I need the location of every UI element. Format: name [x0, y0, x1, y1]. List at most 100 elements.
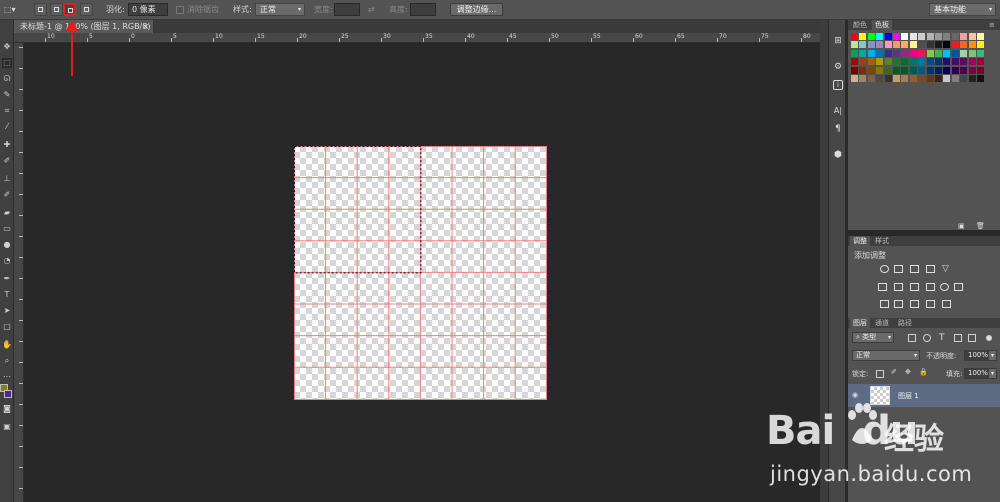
color-swatch[interactable]	[909, 75, 917, 82]
levels-adjust-icon[interactable]	[894, 265, 903, 273]
gradient-map-icon[interactable]	[926, 300, 935, 308]
color-swatch[interactable]	[918, 66, 926, 74]
color-swatch[interactable]	[977, 33, 984, 40]
width-input[interactable]	[334, 3, 360, 16]
shape-tool-icon[interactable]: ▢	[2, 322, 12, 332]
color-swatch[interactable]	[943, 49, 951, 57]
color-swatch[interactable]	[893, 75, 900, 82]
color-swatch[interactable]	[859, 49, 867, 57]
hue-saturation-icon[interactable]	[878, 283, 887, 291]
color-swatch[interactable]	[935, 58, 942, 66]
history-icon[interactable]: ⊞	[833, 36, 843, 46]
color-swatch[interactable]	[977, 66, 984, 74]
path-select-tool-icon[interactable]: ➤	[2, 306, 12, 316]
close-icon[interactable]: ×	[142, 20, 149, 33]
panel-menu-icon[interactable]: ≡	[986, 20, 998, 30]
workspace-select[interactable]: 基本功能 ▾	[929, 3, 996, 16]
color-swatch[interactable]	[901, 58, 909, 66]
eraser-tool-icon[interactable]: ▰	[2, 208, 12, 218]
brightness-adjust-icon[interactable]	[880, 265, 889, 273]
color-swatch[interactable]	[926, 66, 934, 74]
color-swatch[interactable]	[893, 49, 900, 57]
layer-name[interactable]: 图层 1	[898, 391, 919, 401]
color-swatch[interactable]	[901, 33, 909, 40]
color-swatch[interactable]	[909, 58, 917, 66]
new-selection-icon[interactable]	[34, 3, 47, 16]
color-swatch[interactable]	[943, 41, 951, 49]
color-swatch[interactable]	[867, 41, 875, 49]
color-swatch[interactable]	[926, 41, 934, 49]
filter-toggle-icon[interactable]	[986, 335, 992, 341]
color-swatch[interactable]	[884, 33, 892, 40]
blend-mode-select[interactable]: 正常 ▾	[852, 350, 920, 361]
tab-swatches[interactable]: 色板	[872, 20, 892, 30]
screen-mode-icon[interactable]: ▣	[2, 422, 12, 432]
crop-tool-icon[interactable]: ⌗	[2, 106, 12, 116]
color-swatch[interactable]	[918, 33, 926, 40]
delete-swatch-icon[interactable]: 🗑	[976, 222, 985, 230]
channel-mixer-icon[interactable]	[940, 283, 949, 291]
lock-all-icon[interactable]: 🔒	[919, 368, 928, 376]
color-swatch[interactable]	[918, 75, 926, 82]
color-swatch[interactable]	[909, 66, 917, 74]
color-swatch[interactable]	[901, 49, 909, 57]
background-color-swatch[interactable]	[4, 390, 12, 398]
color-swatch[interactable]	[951, 58, 959, 66]
filter-type-icon[interactable]: T	[939, 333, 945, 343]
tab-color[interactable]: 颜色	[850, 20, 870, 30]
color-swatch[interactable]	[867, 49, 875, 57]
color-swatch[interactable]	[851, 58, 858, 66]
color-swatch[interactable]	[943, 58, 951, 66]
color-swatch[interactable]	[968, 41, 976, 49]
opacity-dropdown[interactable]: ▾	[988, 350, 997, 361]
brush-tool-icon[interactable]: ✐	[2, 156, 12, 166]
color-swatch[interactable]	[867, 58, 875, 66]
color-swatch[interactable]	[960, 58, 968, 66]
color-swatch[interactable]	[951, 41, 959, 49]
color-swatch[interactable]	[851, 33, 858, 40]
color-swatch[interactable]	[951, 49, 959, 57]
posterize-icon[interactable]	[894, 300, 903, 308]
pen-tool-icon[interactable]: ✒	[2, 274, 12, 284]
black-white-icon[interactable]	[910, 283, 919, 291]
color-swatch[interactable]	[859, 66, 867, 74]
3d-icon[interactable]: ⬢	[833, 150, 843, 160]
color-swatch[interactable]	[901, 41, 909, 49]
color-swatch[interactable]	[935, 75, 942, 82]
color-swatch[interactable]	[859, 58, 867, 66]
antialias-checkbox[interactable]	[176, 6, 184, 14]
zoom-tool-icon[interactable]: ⌕	[2, 356, 12, 366]
eyedropper-tool-icon[interactable]: ⁄	[2, 122, 12, 132]
color-swatch[interactable]	[943, 33, 951, 40]
color-swatch[interactable]	[926, 75, 934, 82]
tab-styles[interactable]: 样式	[872, 236, 892, 246]
color-swatch[interactable]	[893, 41, 900, 49]
paragraph-icon[interactable]: ¶	[833, 124, 843, 134]
color-swatch[interactable]	[909, 33, 917, 40]
lock-transparent-icon[interactable]	[876, 370, 884, 378]
color-swatch[interactable]	[893, 58, 900, 66]
color-swatch[interactable]	[977, 41, 984, 49]
exposure-adjust-icon[interactable]	[926, 265, 935, 273]
color-swatch[interactable]	[851, 41, 858, 49]
history-brush-icon[interactable]: ✐	[2, 190, 12, 200]
swap-icon[interactable]: ⇄	[368, 3, 375, 16]
color-swatch[interactable]	[859, 33, 867, 40]
color-swatch[interactable]	[884, 75, 892, 82]
info-icon[interactable]: i	[833, 80, 843, 90]
blur-tool-icon[interactable]: ●	[2, 240, 12, 250]
color-swatch[interactable]	[926, 58, 934, 66]
color-swatch[interactable]	[893, 66, 900, 74]
color-swatch[interactable]	[943, 75, 951, 82]
color-swatch[interactable]	[960, 33, 968, 40]
color-swatch[interactable]	[867, 75, 875, 82]
color-swatch[interactable]	[935, 66, 942, 74]
filter-smart-icon[interactable]	[968, 334, 976, 342]
color-swatch[interactable]	[909, 41, 917, 49]
curves-adjust-icon[interactable]	[910, 265, 919, 273]
color-swatch[interactable]	[918, 41, 926, 49]
selective-color-icon[interactable]	[942, 300, 951, 308]
color-swatch[interactable]	[926, 33, 934, 40]
quick-mask-icon[interactable]: ◙	[2, 404, 12, 414]
type-tool-icon[interactable]: T	[2, 290, 12, 300]
